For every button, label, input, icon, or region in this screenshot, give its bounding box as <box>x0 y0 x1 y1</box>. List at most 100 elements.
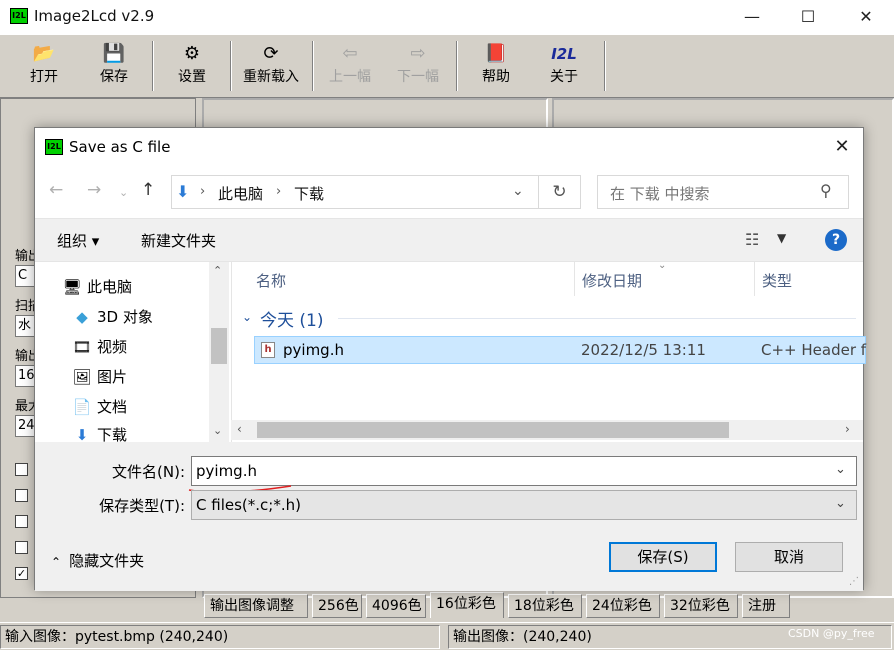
tab-output-adjust[interactable]: 输出图像调整 <box>204 594 308 618</box>
view-dropdown-icon[interactable]: ▼ <box>777 231 786 245</box>
file-name: pyimg.h <box>283 341 344 359</box>
file-type: C++ Header f <box>761 341 867 359</box>
app-title: Image2Lcd v2.9 <box>34 7 155 25</box>
about-logo-icon: I2L <box>551 45 577 63</box>
toolbar-separator <box>312 41 314 91</box>
toolbar-separator <box>604 41 606 91</box>
up-arrow-icon[interactable]: ↑ <box>141 180 155 200</box>
tab-24bit-color[interactable]: 24位彩色 <box>586 594 660 618</box>
toolbar-separator <box>456 41 458 91</box>
scroll-right-icon[interactable]: › <box>845 422 850 436</box>
maximize-button[interactable]: ☐ <box>780 0 836 34</box>
status-bar: 输入图像：pytest.bmp (240,240) 输出图像：(240,240) <box>0 622 894 650</box>
tab-256-color[interactable]: 256色 <box>312 594 362 618</box>
nav-item-3d-objects[interactable]: ◆ 3D 对象 <box>71 304 153 330</box>
column-divider[interactable] <box>574 262 575 296</box>
dialog-title-bar: I2L Save as C file ✕ <box>35 128 863 166</box>
about-button[interactable]: I2L 关于 <box>534 41 594 93</box>
group-divider <box>338 318 856 319</box>
save-button[interactable]: 保存(S) <box>609 542 717 572</box>
option-checkbox[interactable] <box>15 515 28 528</box>
nav-pane-scrollbar[interactable]: ⌃ ⌄ <box>209 262 229 442</box>
cancel-button[interactable]: 取消 <box>735 542 843 572</box>
option-checkbox[interactable] <box>15 541 28 554</box>
tab-18bit-color[interactable]: 18位彩色 <box>508 594 582 618</box>
nav-label: 此电脑 <box>87 278 133 296</box>
chevron-up-icon: ⌃ <box>51 555 62 569</box>
nav-item-documents[interactable]: 📄 文档 <box>71 394 127 420</box>
filename-dropdown-icon[interactable]: ⌄ <box>835 462 846 477</box>
this-pc-icon: 🖥 <box>62 278 82 296</box>
address-dropdown-icon[interactable]: ⌄ <box>512 183 524 199</box>
file-row[interactable]: h pyimg.h 2022/12/5 13:11 C++ Header f <box>254 336 866 364</box>
breadcrumb-downloads[interactable]: 下载 <box>294 183 324 204</box>
hide-folders-toggle[interactable]: ⌃ 隐藏文件夹 <box>51 550 144 571</box>
back-arrow-icon[interactable]: ← <box>49 180 63 200</box>
save-icon: 💾 <box>102 43 126 64</box>
nav-item-videos[interactable]: 🎞 视频 <box>71 334 127 360</box>
prev-image-label: 上一幅 <box>329 69 371 85</box>
nav-label: 图片 <box>97 368 128 386</box>
3d-objects-icon: ◆ <box>76 308 88 326</box>
next-image-label: 下一幅 <box>397 69 439 85</box>
resize-grip-icon[interactable]: ⋰ <box>849 576 859 587</box>
option-checkbox-checked[interactable]: ✓ <box>15 567 28 580</box>
filetype-select[interactable]: C files(*.c;*.h) <box>191 490 857 520</box>
search-input[interactable]: 在 下载 中搜索 ⚲ <box>597 175 849 209</box>
dialog-close-button[interactable]: ✕ <box>825 132 859 162</box>
column-header-type[interactable]: 类型 <box>762 270 792 291</box>
scrollbar-thumb[interactable] <box>257 422 729 438</box>
prev-image-icon: ⇦ <box>342 43 358 64</box>
refresh-button[interactable]: ↻ <box>539 175 581 209</box>
minimize-button[interactable]: — <box>724 0 780 34</box>
nav-item-pictures[interactable]: 🖼 图片 <box>71 364 127 390</box>
scrollbar-thumb[interactable] <box>211 328 227 364</box>
breadcrumb-this-pc[interactable]: 此电脑 <box>218 183 263 204</box>
new-folder-button[interactable]: 新建文件夹 <box>141 230 216 251</box>
group-collapse-icon[interactable]: ⌄ <box>242 310 252 324</box>
file-list-hscrollbar[interactable]: ‹ › <box>231 420 863 440</box>
command-bar: 组织 ▾ 新建文件夹 ☷ ▼ ? <box>35 218 863 262</box>
column-header-date[interactable]: 修改日期 <box>582 270 642 291</box>
dialog-app-icon: I2L <box>45 139 63 155</box>
tab-4096-color[interactable]: 4096色 <box>366 594 426 618</box>
breadcrumb-chevron-icon: › <box>200 184 206 199</box>
nav-item-this-pc[interactable]: 🖥 此电脑 <box>61 274 132 300</box>
option-checkbox[interactable] <box>15 463 28 476</box>
scroll-left-icon[interactable]: ‹ <box>237 422 242 436</box>
close-button[interactable]: ✕ <box>838 0 894 34</box>
pictures-icon: 🖼 <box>72 368 92 386</box>
reload-button[interactable]: ⟳ 重新载入 <box>238 41 304 93</box>
watermark: CSDN @py_free <box>788 627 875 640</box>
nav-item-downloads[interactable]: ⬇ 下载 <box>71 422 127 442</box>
open-folder-icon: 📂 <box>32 43 56 64</box>
address-bar[interactable]: ⬇ › 此电脑 › 下载 ⌄ <box>171 175 539 209</box>
save-toolbar-button[interactable]: 💾 保存 <box>84 41 144 93</box>
dialog-title: Save as C file <box>69 138 171 156</box>
tab-32bit-color[interactable]: 32位彩色 <box>664 594 738 618</box>
option-checkbox[interactable] <box>15 489 28 502</box>
scroll-up-icon[interactable]: ⌃ <box>213 264 222 277</box>
tab-register[interactable]: 注册 <box>742 594 790 618</box>
app-toolbar: 📂 打开 💾 保存 ⚙ 设置 ⟳ 重新载入 ⇦ 上一幅 ⇨ 下一幅 📕 帮助 I… <box>0 34 894 98</box>
recent-locations-chevron-icon[interactable]: ⌄ <box>119 186 128 199</box>
view-options-icon[interactable]: ☷ <box>745 230 759 249</box>
organize-menu[interactable]: 组织 ▾ <box>57 230 99 251</box>
toolbar-separator <box>152 41 154 91</box>
sort-chevron-icon: ⌄ <box>658 260 667 271</box>
settings-label: 设置 <box>178 69 206 85</box>
scroll-down-icon[interactable]: ⌄ <box>213 424 222 437</box>
filetype-dropdown-icon[interactable]: ⌄ <box>835 496 846 511</box>
group-header-today[interactable]: 今天 (1) <box>260 306 323 331</box>
prev-image-button[interactable]: ⇦ 上一幅 <box>320 41 380 93</box>
forward-arrow-icon[interactable]: → <box>87 180 101 200</box>
tab-16bit-color[interactable]: 16位彩色 <box>430 592 504 618</box>
help-button[interactable]: 📕 帮助 <box>466 41 526 93</box>
help-icon[interactable]: ? <box>825 229 847 251</box>
column-header-name[interactable]: 名称 <box>256 270 286 291</box>
column-divider[interactable] <box>754 262 755 296</box>
filename-label: 文件名(N): <box>112 463 185 481</box>
settings-button[interactable]: ⚙ 设置 <box>162 41 222 93</box>
next-image-button[interactable]: ⇨ 下一幅 <box>388 41 448 93</box>
open-button[interactable]: 📂 打开 <box>14 41 74 93</box>
